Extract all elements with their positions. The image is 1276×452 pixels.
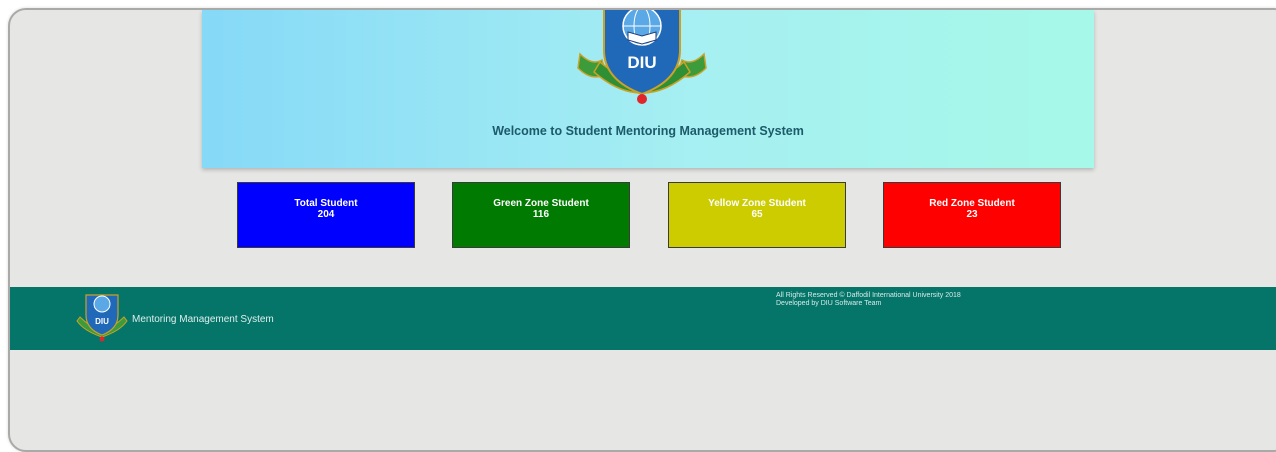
green-zone-card[interactable]: Green Zone Student 116: [452, 182, 630, 248]
green-zone-count: 116: [532, 209, 550, 220]
welcome-heading: Welcome to Student Mentoring Management …: [492, 124, 804, 138]
red-zone-count: 23: [966, 209, 978, 220]
footer-info: All Rights Reserved © Daffodil Internati…: [776, 292, 961, 308]
yellow-zone-card[interactable]: Yellow Zone Student 65: [668, 182, 846, 248]
logo-small-text: DIU: [95, 317, 109, 326]
copyright-text: All Rights Reserved © Daffodil Internati…: [776, 292, 961, 299]
logo-text: DIU: [627, 53, 656, 72]
red-zone-card[interactable]: Red Zone Student 23: [883, 182, 1061, 248]
yellow-zone-count: 65: [751, 209, 763, 220]
welcome-banner: DIU Welcome to Student Mentoring Managem…: [202, 10, 1094, 168]
total-student-label: Total Student: [294, 198, 358, 209]
footer-title: Mentoring Management System: [132, 314, 274, 325]
yellow-zone-label: Yellow Zone Student: [708, 198, 806, 209]
diu-logo: DIU: [577, 10, 707, 104]
developer-text: Developed by DIU Software Team: [776, 300, 882, 307]
footer: DIU Mentoring Management System All Righ…: [10, 287, 1276, 350]
total-student-count: 204: [317, 209, 335, 220]
red-zone-label: Red Zone Student: [929, 198, 1015, 209]
total-student-card[interactable]: Total Student 204: [237, 182, 415, 248]
green-zone-label: Green Zone Student: [493, 198, 589, 209]
app-window: DIU Welcome to Student Mentoring Managem…: [8, 8, 1276, 452]
diu-logo-small: DIU: [76, 294, 128, 342]
